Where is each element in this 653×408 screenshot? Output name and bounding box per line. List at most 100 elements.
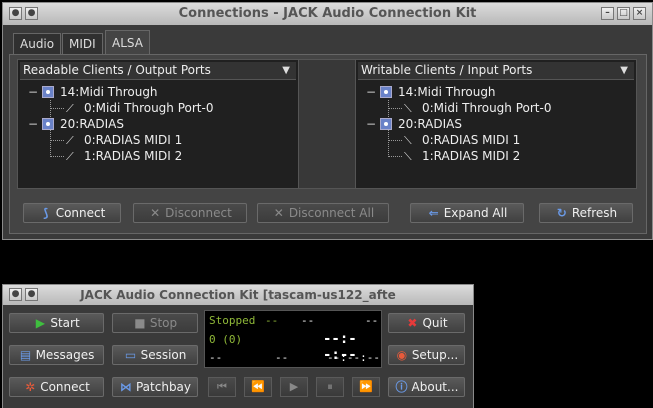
client-icon: [42, 118, 54, 130]
fast-forward-icon[interactable]: ⏩: [352, 377, 380, 397]
client-label: 20:RADIAS: [398, 117, 462, 131]
collapse-icon[interactable]: −: [366, 116, 376, 132]
session-button[interactable]: ▭ Session: [112, 345, 198, 365]
disconnect-label: Disconnect: [165, 206, 232, 220]
stop-button[interactable]: ■ Stop: [112, 313, 198, 333]
main-connect-label: Connect: [40, 380, 90, 394]
main-titlebar[interactable]: ● ● JACK Audio Connection Kit [tascam-us…: [3, 285, 473, 305]
messages-icon: ▤: [19, 348, 32, 362]
client-icon: [42, 86, 54, 98]
port-label: 0:Midi Through Port-0: [422, 101, 552, 115]
writable-header-label: Writable Clients / Input Ports: [361, 63, 533, 77]
rewind-start-icon[interactable]: ⏮: [208, 377, 236, 397]
status-dash: --: [275, 351, 289, 364]
window-sticky-icon[interactable]: ●: [25, 7, 38, 20]
connections-titlebar[interactable]: ● ● Connections - JACK Audio Connection …: [3, 3, 652, 25]
folder-icon: ▭: [124, 348, 137, 362]
setup-label: Setup...: [411, 348, 459, 362]
plug-icon: ⟍: [404, 134, 412, 147]
readable-clients-panel[interactable]: Readable Clients / Output Ports ▼ − 14:M…: [17, 59, 299, 189]
chevron-down-icon[interactable]: ▼: [620, 62, 628, 79]
connect-label: Connect: [55, 206, 106, 220]
window-control-buttons: – □ ×: [601, 7, 646, 20]
main-title: JACK Audio Connection Kit [tascam-us122_…: [80, 288, 396, 302]
port-label: 0:RADIAS MIDI 1: [84, 133, 183, 147]
status-text: Stopped: [209, 314, 256, 327]
connect-icon: ✲: [25, 380, 36, 394]
connections-title: Connections - JACK Audio Connection Kit: [178, 6, 477, 21]
main-window: ● ● JACK Audio Connection Kit [tascam-us…: [2, 284, 474, 408]
status-display[interactable]: Stopped -- -- -- 0 (0) --:--:-- -- -- --…: [204, 310, 382, 368]
disconnect-button[interactable]: ✕ Disconnect: [133, 203, 247, 223]
client-icon: [380, 86, 392, 98]
client-label: 14:Midi Through: [60, 85, 158, 99]
tab-midi[interactable]: MIDI: [62, 33, 103, 55]
plug-icon: ⟍: [404, 150, 412, 163]
play-icon: ▶: [35, 316, 45, 330]
client-icon: [380, 118, 392, 130]
disconnect-all-icon: ✕: [273, 206, 284, 220]
messages-button[interactable]: ▤ Messages: [9, 345, 104, 365]
expand-all-label: Expand All: [443, 206, 508, 220]
session-label: Session: [140, 348, 187, 362]
info-icon: ⓘ: [395, 380, 408, 394]
tab-alsa[interactable]: ALSA: [105, 30, 150, 56]
quit-button[interactable]: ✖ Quit: [388, 313, 465, 333]
refresh-button[interactable]: ↻ Refresh: [539, 203, 633, 223]
refresh-label: Refresh: [571, 206, 618, 220]
status-dash: --: [265, 314, 279, 327]
start-button[interactable]: ▶ Start: [9, 313, 104, 333]
collapse-icon[interactable]: −: [366, 84, 376, 100]
patchbay-icon: ⋈: [119, 380, 132, 394]
status-dash: --: [209, 351, 223, 364]
chevron-down-icon[interactable]: ▼: [282, 62, 290, 79]
about-label: About...: [411, 380, 459, 394]
status-dash: --: [301, 314, 315, 327]
port-label: 0:RADIAS MIDI 1: [422, 133, 521, 147]
main-connect-button[interactable]: ✲ Connect: [9, 377, 104, 397]
disconnect-icon: ✕: [150, 206, 161, 220]
port-label: 1:RADIAS MIDI 2: [422, 149, 521, 163]
setup-icon: ◉: [396, 348, 408, 362]
client-label: 20:RADIAS: [60, 117, 124, 131]
window-sticky-icon[interactable]: ●: [25, 288, 38, 301]
time-display-small: --:--:--: [327, 351, 380, 364]
stop-icon: ■: [134, 316, 146, 330]
window-menu-icon[interactable]: ●: [9, 7, 22, 20]
start-label: Start: [50, 316, 80, 330]
connect-button[interactable]: ⟆ Connect: [23, 203, 121, 223]
main-window-menu-buttons: ● ●: [9, 288, 38, 301]
connect-icon: ⟆: [42, 206, 49, 220]
port-label: 0:Midi Through Port-0: [84, 101, 214, 115]
writable-header[interactable]: Writable Clients / Input Ports ▼: [358, 62, 634, 80]
expand-icon: ⇐: [428, 206, 439, 220]
plug-icon: ⟋: [66, 134, 74, 147]
transport-play-icon[interactable]: ▶: [280, 377, 308, 397]
window-menu-buttons: ● ●: [9, 7, 38, 20]
connection-lines-area[interactable]: [299, 59, 355, 189]
plug-icon: ⟋: [66, 102, 74, 115]
writable-clients-panel[interactable]: Writable Clients / Input Ports ▼ − 14:Mi…: [355, 59, 637, 189]
rewind-icon[interactable]: ⏪: [244, 377, 272, 397]
plug-icon: ⟋: [66, 150, 74, 163]
patchbay-button[interactable]: ⋈ Patchbay: [112, 377, 198, 397]
connections-window: ● ● Connections - JACK Audio Connection …: [2, 2, 653, 240]
stop-label: Stop: [149, 316, 178, 330]
disconnect-all-button[interactable]: ✕ Disconnect All: [257, 203, 389, 223]
dsp-load: 0 (0): [209, 333, 243, 346]
maximize-icon[interactable]: □: [617, 7, 630, 20]
minimize-icon[interactable]: –: [601, 7, 614, 20]
readable-header-label: Readable Clients / Output Ports: [23, 63, 211, 77]
readable-header[interactable]: Readable Clients / Output Ports ▼: [20, 62, 296, 80]
about-button[interactable]: ⓘ About...: [388, 377, 465, 397]
setup-button[interactable]: ◉ Setup...: [388, 345, 465, 365]
collapse-icon[interactable]: −: [28, 116, 38, 132]
port-label: 1:RADIAS MIDI 2: [84, 149, 183, 163]
pause-icon[interactable]: ⏸: [316, 377, 344, 397]
collapse-icon[interactable]: −: [28, 84, 38, 100]
expand-all-button[interactable]: ⇐ Expand All: [410, 203, 524, 223]
refresh-icon: ↻: [556, 206, 567, 220]
close-icon[interactable]: ×: [633, 7, 646, 20]
window-menu-icon[interactable]: ●: [9, 288, 22, 301]
tab-audio[interactable]: Audio: [13, 33, 62, 55]
